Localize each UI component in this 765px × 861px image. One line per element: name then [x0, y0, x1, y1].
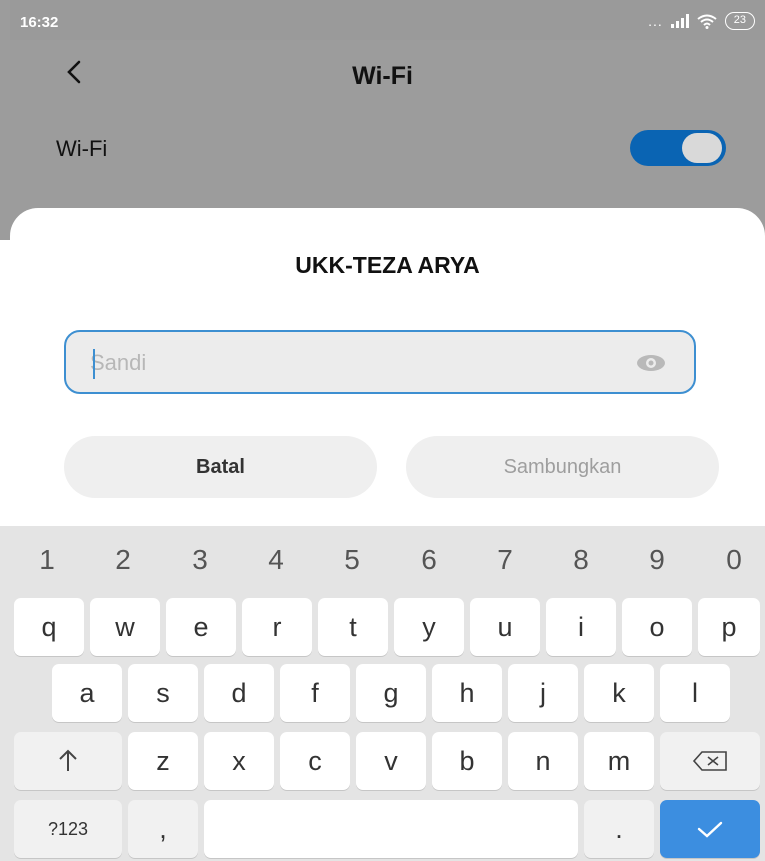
key-v[interactable]: v: [356, 732, 426, 790]
key-u[interactable]: u: [470, 598, 540, 656]
page-title: Wi-Fi: [352, 62, 413, 90]
password-field[interactable]: [64, 330, 696, 394]
connect-button[interactable]: Sambungkan: [406, 436, 719, 498]
symbols-key[interactable]: ?123: [14, 800, 122, 858]
key-0[interactable]: 0: [709, 544, 759, 576]
enter-key[interactable]: [660, 800, 760, 858]
soft-keyboard: 1 2 3 4 5 6 7 8 9 0 q w e r t y u i o p …: [0, 526, 765, 861]
checkmark-icon: [697, 821, 723, 838]
key-x[interactable]: x: [204, 732, 274, 790]
status-dots: ...: [648, 13, 663, 29]
number-row: 1 2 3 4 5 6 7 8 9 0: [0, 526, 765, 598]
space-key[interactable]: [204, 800, 578, 858]
key-p[interactable]: p: [698, 598, 760, 656]
key-k[interactable]: k: [584, 664, 654, 722]
key-5[interactable]: 5: [327, 544, 377, 576]
key-w[interactable]: w: [90, 598, 160, 656]
key-q[interactable]: q: [14, 598, 84, 656]
key-e[interactable]: e: [166, 598, 236, 656]
wifi-setting-row[interactable]: Wi-Fi: [0, 122, 765, 178]
key-8[interactable]: 8: [556, 544, 606, 576]
key-9[interactable]: 9: [632, 544, 682, 576]
settings-background: 16:32 ... 23 Wi-Fi Wi-Fi: [0, 0, 765, 240]
password-input[interactable]: [90, 348, 610, 378]
key-3[interactable]: 3: [175, 544, 225, 576]
key-c[interactable]: c: [280, 732, 350, 790]
period-key[interactable]: .: [584, 800, 654, 858]
key-t[interactable]: t: [318, 598, 388, 656]
show-password-button[interactable]: [636, 350, 666, 376]
key-2[interactable]: 2: [98, 544, 148, 576]
key-y[interactable]: y: [394, 598, 464, 656]
key-n[interactable]: n: [508, 732, 578, 790]
key-m[interactable]: m: [584, 732, 654, 790]
wifi-password-dialog: UKK-TEZA ARYA Batal Sambungkan: [10, 208, 765, 538]
cancel-button[interactable]: Batal: [64, 436, 377, 498]
key-h[interactable]: h: [432, 664, 502, 722]
comma-key[interactable]: ,: [128, 800, 198, 858]
text-caret: [93, 349, 95, 379]
toggle-knob: [682, 133, 722, 163]
shift-arrow-icon: [59, 749, 77, 771]
dialog-title: UKK-TEZA ARYA: [295, 252, 480, 278]
key-g[interactable]: g: [356, 664, 426, 722]
signal-icon: [670, 14, 689, 28]
key-z[interactable]: z: [128, 732, 198, 790]
wifi-icon: [697, 14, 717, 29]
status-icons: ... 23: [648, 12, 755, 30]
wifi-row-label: Wi-Fi: [56, 136, 108, 161]
key-d[interactable]: d: [204, 664, 274, 722]
key-a[interactable]: a: [52, 664, 122, 722]
key-f[interactable]: f: [280, 664, 350, 722]
key-j[interactable]: j: [508, 664, 578, 722]
key-i[interactable]: i: [546, 598, 616, 656]
status-time: 16:32: [20, 14, 59, 31]
key-b[interactable]: b: [432, 732, 502, 790]
key-s[interactable]: s: [128, 664, 198, 722]
battery-icon: 23: [724, 12, 755, 30]
wifi-toggle[interactable]: [630, 130, 726, 166]
shift-key[interactable]: [14, 732, 122, 790]
key-7[interactable]: 7: [480, 544, 530, 576]
top-app-bar: Wi-Fi: [0, 44, 765, 104]
key-l[interactable]: l: [660, 664, 730, 722]
key-6[interactable]: 6: [404, 544, 454, 576]
backspace-icon: [692, 751, 727, 771]
status-bar: 16:32 ... 23: [10, 0, 765, 40]
backspace-key[interactable]: [660, 732, 760, 790]
key-r[interactable]: r: [242, 598, 312, 656]
key-4[interactable]: 4: [251, 544, 301, 576]
key-1[interactable]: 1: [22, 544, 72, 576]
eye-icon: [637, 355, 665, 371]
key-o[interactable]: o: [622, 598, 692, 656]
